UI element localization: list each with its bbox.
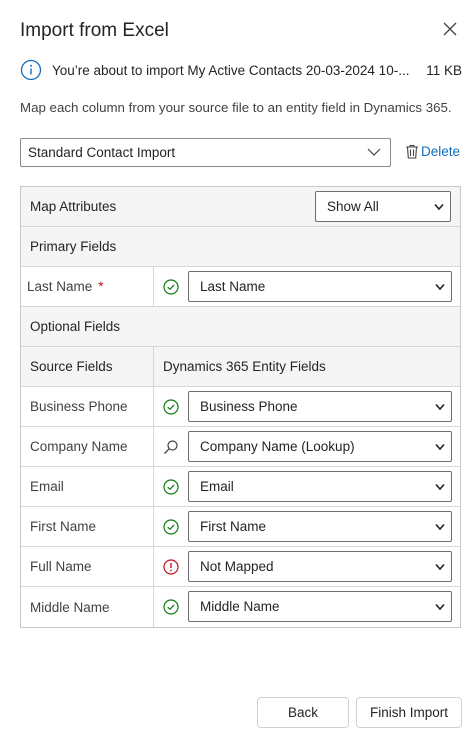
template-dropdown[interactable]: Standard Contact Import <box>20 138 391 167</box>
chevron-down-icon <box>435 483 445 491</box>
filter-dropdown[interactable]: Show All <box>315 191 451 222</box>
field-mapping-dropdown[interactable]: First Name <box>188 511 452 542</box>
table-row: Full Name Not Mapped <box>21 547 460 587</box>
check-icon <box>163 599 179 615</box>
section-label: Optional Fields <box>30 319 121 334</box>
dialog-title: Import from Excel <box>20 20 169 41</box>
target-field: Last Name <box>200 279 266 294</box>
source-field: Email <box>30 479 64 494</box>
mapping-grid: Map Attributes Show All Primary Fields L… <box>20 186 461 628</box>
template-selected-value: Standard Contact Import <box>28 145 176 160</box>
field-mapping-dropdown[interactable]: Email <box>188 471 452 502</box>
source-field: Middle Name <box>30 599 110 615</box>
back-button[interactable]: Back <box>257 697 349 728</box>
delete-label: Delete <box>421 144 461 159</box>
source-field: Business Phone <box>30 399 128 414</box>
chevron-down-icon <box>435 563 445 571</box>
required-indicator: * <box>98 279 104 294</box>
filter-selected-value: Show All <box>327 199 379 214</box>
close-icon[interactable] <box>441 20 459 38</box>
info-bar: You’re about to import My Active Contact… <box>20 58 462 82</box>
check-icon <box>163 518 179 535</box>
description-text: Map each column from your source file to… <box>20 100 452 115</box>
source-field: Company Name <box>30 439 128 454</box>
chevron-down-icon <box>435 523 445 531</box>
entity-fields-header: Dynamics 365 Entity Fields <box>163 359 326 374</box>
chevron-down-icon <box>435 403 445 411</box>
chevron-down-icon <box>435 443 445 451</box>
finish-import-button[interactable]: Finish Import <box>356 697 462 728</box>
section-label: Primary Fields <box>30 239 117 254</box>
target-field: Not Mapped <box>200 559 274 574</box>
table-row: First Name First Name <box>21 507 460 547</box>
info-message: You’re about to import My Active Contact… <box>52 62 410 78</box>
source-field: First Name <box>30 519 97 534</box>
table-row: Middle Name Middle Name <box>21 587 460 627</box>
field-mapping-dropdown[interactable]: Business Phone <box>188 391 452 422</box>
chevron-down-icon <box>435 603 445 611</box>
check-icon <box>163 398 179 415</box>
field-mapping-dropdown[interactable]: Last Name <box>188 271 452 302</box>
field-mapping-dropdown[interactable]: Not Mapped <box>188 551 452 582</box>
field-mapping-dropdown[interactable]: Middle Name <box>188 591 452 622</box>
source-field: Last Name <box>27 279 93 294</box>
check-icon <box>163 278 179 295</box>
target-field: Email <box>200 479 234 494</box>
chevron-down-icon <box>434 203 444 211</box>
table-row: Company Name Company Name (Lookup) <box>21 427 460 467</box>
target-field: Business Phone <box>200 399 298 414</box>
section-optional-fields: Optional Fields <box>21 307 460 347</box>
table-row: Last Name * Last Name <box>21 267 460 307</box>
check-icon <box>163 478 179 495</box>
target-field: Middle Name <box>200 599 280 614</box>
table-row: Business Phone Business Phone <box>21 387 460 427</box>
info-icon <box>20 59 42 81</box>
source-fields-header: Source Fields <box>30 359 113 374</box>
source-field: Full Name <box>30 559 92 574</box>
delete-button[interactable]: Delete <box>405 144 460 159</box>
target-field: Company Name (Lookup) <box>200 439 355 454</box>
search-icon <box>164 439 178 454</box>
map-attributes-row: Map Attributes Show All <box>21 187 460 227</box>
map-attributes-label: Map Attributes <box>30 199 117 214</box>
table-row: Email Email <box>21 467 460 507</box>
chevron-down-icon <box>435 283 445 291</box>
trash-icon <box>406 144 418 159</box>
field-mapping-dropdown[interactable]: Company Name (Lookup) <box>188 431 452 462</box>
column-header-row: Source Fields Dynamics 365 Entity Fields <box>21 347 460 387</box>
chevron-down-icon <box>367 148 381 156</box>
section-primary-fields: Primary Fields <box>21 227 460 267</box>
warning-icon <box>163 558 179 575</box>
file-size: 11 KB <box>426 62 462 78</box>
target-field: First Name <box>200 519 267 534</box>
